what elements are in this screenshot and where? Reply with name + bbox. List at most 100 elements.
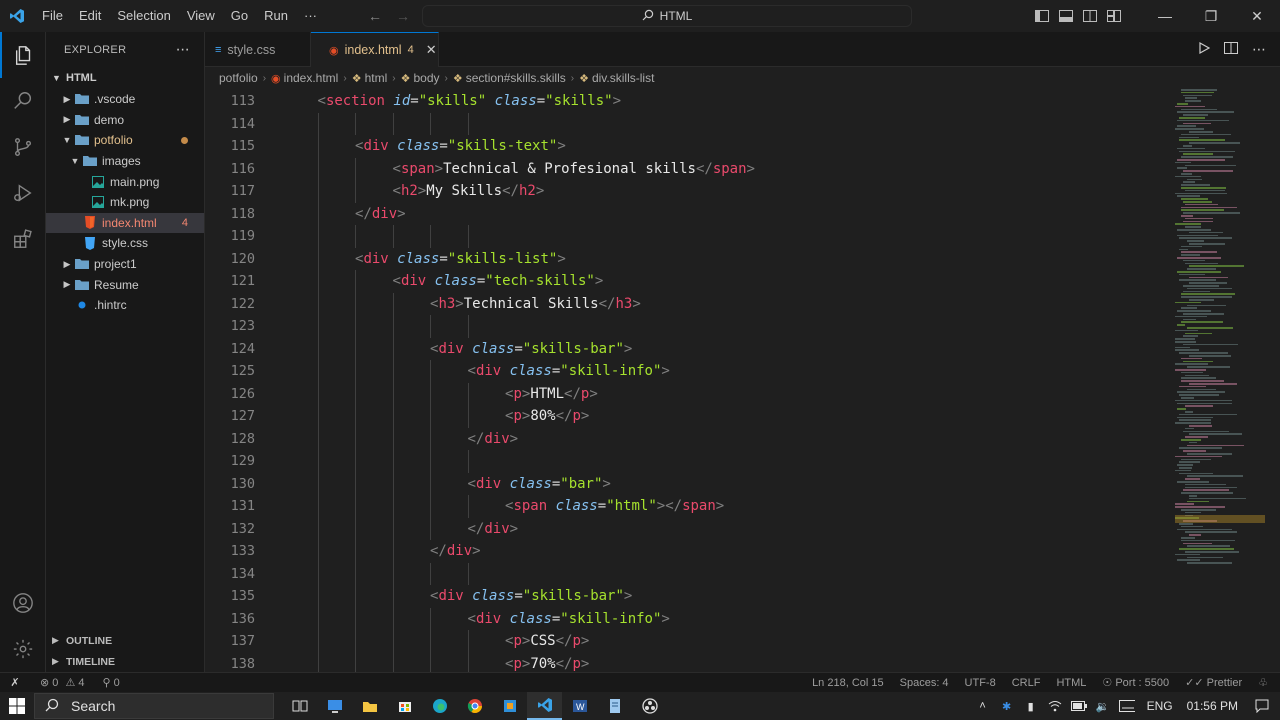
search-activity-icon[interactable] — [0, 78, 46, 124]
menu-view[interactable]: View — [179, 0, 223, 32]
encoding[interactable]: UTF-8 — [965, 677, 996, 689]
menu-edit[interactable]: Edit — [71, 0, 109, 32]
tree-file--hintrc[interactable]: .hintrc — [46, 295, 204, 316]
menu-selection[interactable]: Selection — [109, 0, 178, 32]
chrome-browser-icon[interactable] — [457, 692, 492, 720]
end-of-line[interactable]: CRLF — [1012, 677, 1041, 689]
code-line[interactable]: 130 <div class="bar"> — [205, 472, 1175, 495]
code-line[interactable]: 119 — [205, 225, 1175, 248]
breadcrumb-item[interactable]: ❖ body — [401, 71, 440, 85]
show-hidden-icons-chevron-up-icon[interactable]: ˄ — [975, 698, 991, 714]
toggle-primary-sidebar-icon[interactable] — [1034, 8, 1050, 24]
customize-layout-icon[interactable] — [1106, 8, 1122, 24]
code-line[interactable]: 133 </div> — [205, 540, 1175, 563]
tree-file-index-html[interactable]: index.html 4 — [46, 212, 204, 234]
tree-file-mk-png[interactable]: mk.png — [46, 192, 204, 213]
obs-icon[interactable] — [632, 692, 667, 720]
tree-folder-images[interactable]: ▼ images — [46, 151, 204, 172]
close-tab-icon[interactable]: ✕ — [426, 42, 437, 58]
more-actions-icon[interactable]: ⋯ — [176, 41, 190, 58]
wifi-icon[interactable] — [1047, 698, 1063, 714]
code-line[interactable]: 125 <div class="skill-info"> — [205, 360, 1175, 383]
store-icon[interactable] — [387, 692, 422, 720]
close-window-icon[interactable]: ✕ — [1234, 0, 1280, 32]
code-line[interactable]: 138 <p>70%</p> — [205, 652, 1175, 672]
code-line[interactable]: 124 <div class="skills-bar"> — [205, 337, 1175, 360]
toggle-secondary-sidebar-icon[interactable] — [1082, 8, 1098, 24]
tab-index-html[interactable]: ◉ index.html 4 ✕ — [311, 32, 439, 67]
breadcrumb-item[interactable]: ❖ section#skills.skills — [453, 71, 566, 85]
code-line[interactable]: 127 <p>80%</p> — [205, 405, 1175, 428]
code-line[interactable]: 136 <div class="skill-info"> — [205, 607, 1175, 630]
breadcrumb-item[interactable]: potfolio — [219, 71, 258, 85]
indentation[interactable]: Spaces: 4 — [900, 677, 949, 689]
menu-more[interactable]: ··· — [296, 0, 325, 32]
bluetooth-icon[interactable]: ✱ — [999, 698, 1015, 714]
extensions-icon[interactable] — [0, 216, 46, 262]
keyboard-icon[interactable] — [1118, 698, 1135, 714]
tab-style-css[interactable]: ≡ style.css — [205, 32, 311, 67]
manage-gear-icon[interactable] — [0, 626, 46, 672]
minimap[interactable] — [1175, 89, 1280, 672]
menu-file[interactable]: File — [34, 0, 71, 32]
breadcrumb-item[interactable]: ❖ div.skills-list — [579, 71, 654, 85]
breadcrumb-item[interactable]: ❖ html — [352, 71, 388, 85]
tree-folder-demo[interactable]: ▶ demo — [46, 110, 204, 131]
code-line[interactable]: 121 <div class="tech-skills"> — [205, 270, 1175, 293]
desktop-app-icon[interactable] — [317, 692, 352, 720]
code-editor[interactable]: 113 <section id="skills" class="skills"> 1… — [205, 89, 1175, 672]
tree-file-style-css[interactable]: style.css — [46, 233, 204, 254]
source-control-icon[interactable] — [0, 124, 46, 170]
back-arrow-icon[interactable]: ← — [368, 8, 382, 24]
outline-section[interactable]: ▶ OUTLINE — [46, 630, 205, 651]
command-center[interactable]: HTML — [422, 5, 912, 27]
clock[interactable]: 01:56 PM — [1187, 699, 1238, 713]
editor-more-icon[interactable]: ⋯ — [1252, 41, 1266, 58]
code-line[interactable]: 131 <span class="html"></span> — [205, 495, 1175, 518]
tree-folder-vscode[interactable]: ▶ .vscode — [46, 89, 204, 110]
split-editor-icon[interactable] — [1224, 42, 1238, 57]
taskbar-search[interactable]: Search — [34, 693, 274, 719]
app-icon[interactable] — [492, 692, 527, 720]
code-line[interactable]: 114 — [205, 112, 1175, 135]
code-line[interactable]: 115 <div class="skills-text"> — [205, 135, 1175, 158]
code-line[interactable]: 113 <section id="skills" class="skills"> — [205, 90, 1175, 113]
code-line[interactable]: 132 </div> — [205, 517, 1175, 540]
code-line[interactable]: 118 </div> — [205, 202, 1175, 225]
workspace-root[interactable]: ▼ HTML — [46, 67, 204, 89]
run-debug-icon[interactable] — [0, 170, 46, 216]
prettier-status[interactable]: ✓✓ Prettier — [1185, 676, 1242, 689]
file-explorer-icon[interactable] — [352, 692, 387, 720]
ports-indicator[interactable]: ⚲ 0 — [103, 676, 120, 689]
edge-browser-icon[interactable] — [422, 692, 457, 720]
code-line[interactable]: 123 — [205, 315, 1175, 338]
code-line[interactable]: 126 <p>HTML</p> — [205, 382, 1175, 405]
remote-icon[interactable]: ✗ — [0, 673, 30, 693]
tree-folder-potfolio[interactable]: ▼ potfolio — [46, 130, 204, 151]
code-line[interactable]: 134 — [205, 562, 1175, 585]
menu-run[interactable]: Run — [256, 0, 296, 32]
code-line[interactable]: 117 <h2>My Skills</h2> — [205, 180, 1175, 203]
tree-file-main-png[interactable]: main.png — [46, 171, 204, 192]
minimap-slider[interactable] — [1175, 515, 1265, 523]
cursor-position[interactable]: Ln 218, Col 15 — [812, 677, 884, 689]
input-language[interactable]: ENG — [1147, 699, 1173, 713]
accounts-icon[interactable] — [0, 580, 46, 626]
notification-center-icon[interactable] — [1254, 698, 1270, 714]
word-icon[interactable]: W — [562, 692, 597, 720]
usb-icon[interactable]: ▮ — [1023, 698, 1039, 714]
vscode-taskbar-icon[interactable] — [527, 692, 562, 720]
language-mode[interactable]: HTML — [1056, 677, 1086, 689]
tree-folder-project1[interactable]: ▶ project1 — [46, 254, 204, 275]
windows-start-icon[interactable] — [0, 692, 34, 720]
problems-indicator[interactable]: ⊗ 0 ⚠ 4 — [40, 676, 85, 689]
code-line[interactable]: 137 <p>CSS</p> — [205, 630, 1175, 653]
minimize-icon[interactable]: — — [1142, 0, 1188, 32]
code-line[interactable]: 129 — [205, 450, 1175, 473]
code-line[interactable]: 135 <div class="skills-bar"> — [205, 585, 1175, 608]
code-line[interactable]: 122 <h3>Technical Skills</h3> — [205, 292, 1175, 315]
restore-icon[interactable]: ❐ — [1188, 0, 1234, 32]
run-file-icon[interactable] — [1198, 41, 1211, 57]
code-line[interactable]: 128 </div> — [205, 427, 1175, 450]
battery-icon[interactable] — [1070, 698, 1087, 714]
